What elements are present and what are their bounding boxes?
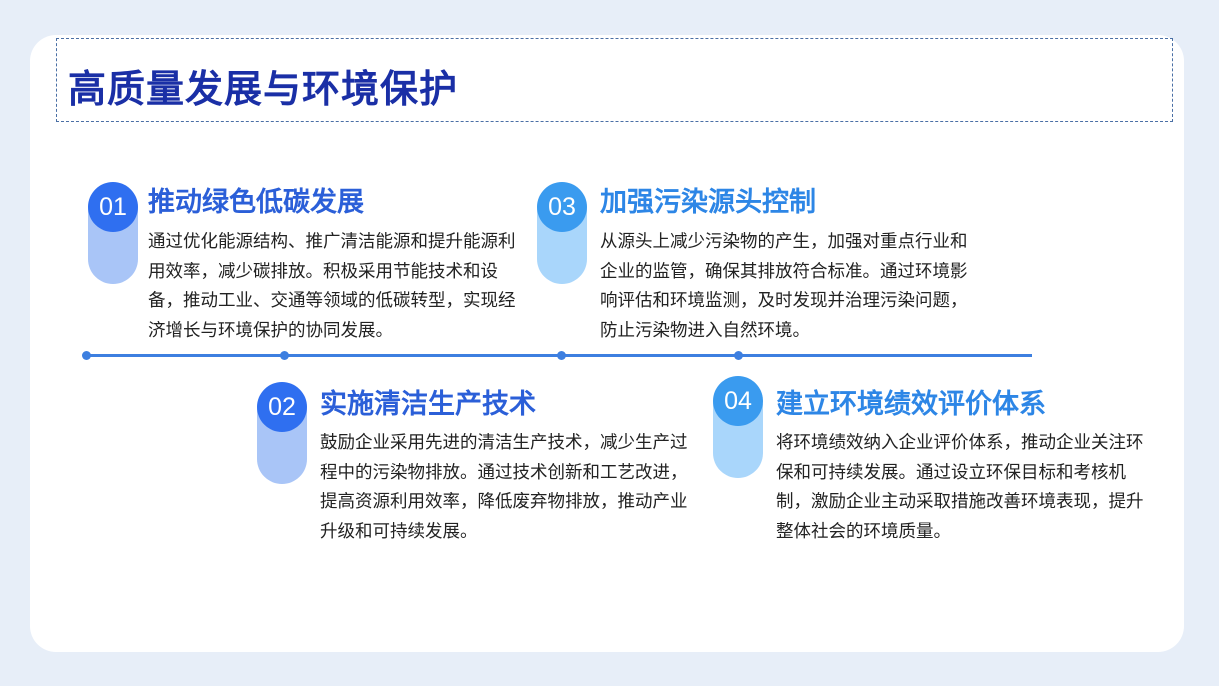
page-title: 高质量发展与环境保护 xyxy=(68,67,459,111)
timeline-dot xyxy=(734,351,743,360)
step-number-badge: 04 xyxy=(713,376,763,426)
step-heading: 推动绿色低碳发展 xyxy=(148,187,364,218)
step-description: 通过优化能源结构、推广清洁能源和提升能源利用效率，减少碳排放。积极采用节能技术和… xyxy=(148,232,516,341)
timeline-dot xyxy=(82,351,91,360)
step-number-badge: 03 xyxy=(537,182,587,232)
step-description: 鼓励企业采用先进的清洁生产技术，减少生产过程中的污染物排放。通过技术创新和工艺改… xyxy=(320,433,688,542)
timeline-dot xyxy=(280,351,289,360)
step-heading: 建立环境绩效评价体系 xyxy=(776,389,1046,420)
step-description: 从源头上减少污染物的产生，加强对重点行业和企业的监管，确保其排放符合标准。通过环… xyxy=(600,232,968,341)
step-number-badge: 01 xyxy=(88,182,138,232)
timeline-dot xyxy=(557,351,566,360)
step-heading: 加强污染源头控制 xyxy=(600,187,816,218)
step-description: 将环境绩效纳入企业评价体系，推动企业关注环保和可持续发展。通过设立环保目标和考核… xyxy=(776,433,1144,542)
step-number-badge: 02 xyxy=(257,382,307,432)
step-heading: 实施清洁生产技术 xyxy=(320,389,536,420)
